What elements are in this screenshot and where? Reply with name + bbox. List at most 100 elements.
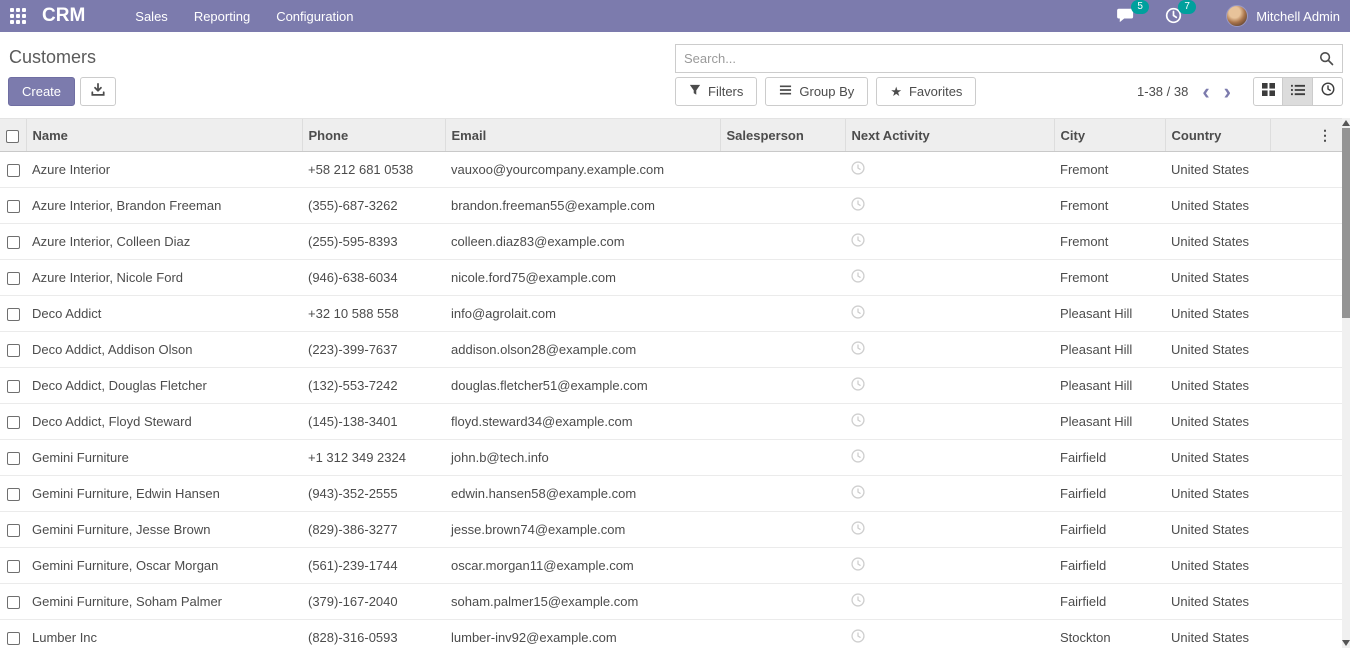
next-activity-clock-icon[interactable]	[851, 449, 865, 466]
messages-button[interactable]: 5	[1117, 7, 1135, 25]
menu-sales[interactable]: Sales	[135, 9, 168, 24]
table-row[interactable]: Deco Addict, Addison Olson (223)-399-763…	[0, 332, 1342, 368]
column-header-email[interactable]: Email	[445, 119, 720, 152]
menu-reporting[interactable]: Reporting	[194, 9, 250, 24]
cell-name: Gemini Furniture, Edwin Hansen	[26, 476, 302, 512]
next-activity-clock-icon[interactable]	[851, 413, 865, 430]
activity-view-button[interactable]	[1313, 77, 1343, 106]
apps-grid-icon[interactable]	[10, 8, 26, 24]
next-activity-clock-icon[interactable]	[851, 521, 865, 538]
row-checkbox[interactable]	[7, 560, 20, 573]
group-by-button[interactable]: Group By	[765, 77, 868, 106]
messages-badge: 5	[1131, 0, 1149, 14]
cell-phone: (943)-352-2555	[302, 476, 445, 512]
search-icon[interactable]	[1319, 51, 1334, 66]
user-menu[interactable]: Mitchell Admin	[1226, 5, 1340, 27]
vertical-scrollbar[interactable]	[1342, 118, 1350, 648]
table-row[interactable]: Deco Addict, Douglas Fletcher (132)-553-…	[0, 368, 1342, 404]
cell-filler	[1270, 152, 1342, 188]
row-checkbox[interactable]	[7, 344, 20, 357]
cell-select	[0, 548, 26, 584]
row-checkbox[interactable]	[7, 272, 20, 285]
column-header-name[interactable]: Name	[26, 119, 302, 152]
cell-filler	[1270, 332, 1342, 368]
filter-actions: Filters Group By ★ Favorites	[675, 77, 976, 106]
list-view-button[interactable]	[1283, 77, 1313, 106]
row-checkbox[interactable]	[7, 416, 20, 429]
cell-email: brandon.freeman55@example.com	[445, 188, 720, 224]
row-checkbox[interactable]	[7, 164, 20, 177]
menu-configuration[interactable]: Configuration	[276, 9, 353, 24]
table-row[interactable]: Azure Interior, Brandon Freeman (355)-68…	[0, 188, 1342, 224]
export-button[interactable]	[80, 77, 116, 106]
row-checkbox[interactable]	[7, 380, 20, 393]
cell-salesperson	[720, 476, 845, 512]
row-checkbox[interactable]	[7, 452, 20, 465]
cell-name: Gemini Furniture, Soham Palmer	[26, 584, 302, 620]
row-checkbox[interactable]	[7, 488, 20, 501]
cell-next-activity	[845, 476, 1054, 512]
search-input[interactable]	[676, 51, 1319, 66]
create-button[interactable]: Create	[8, 77, 75, 106]
activities-button[interactable]: 7	[1165, 7, 1182, 25]
next-activity-clock-icon[interactable]	[851, 377, 865, 394]
table-row[interactable]: Lumber Inc (828)-316-0593 lumber-inv92@e…	[0, 620, 1342, 656]
row-checkbox[interactable]	[7, 596, 20, 609]
row-checkbox[interactable]	[7, 632, 20, 645]
table-row[interactable]: Gemini Furniture, Oscar Morgan (561)-239…	[0, 548, 1342, 584]
next-activity-clock-icon[interactable]	[851, 629, 865, 646]
table-row[interactable]: Gemini Furniture, Soham Palmer (379)-167…	[0, 584, 1342, 620]
filters-button[interactable]: Filters	[675, 77, 757, 106]
table-row[interactable]: Gemini Furniture +1 312 349 2324 john.b@…	[0, 440, 1342, 476]
row-checkbox[interactable]	[7, 524, 20, 537]
scroll-up-icon[interactable]	[1342, 120, 1350, 126]
table-row[interactable]: Azure Interior, Nicole Ford (946)-638-60…	[0, 260, 1342, 296]
scrollbar-thumb[interactable]	[1342, 128, 1350, 318]
row-checkbox[interactable]	[7, 200, 20, 213]
select-all-checkbox[interactable]	[6, 130, 19, 143]
cell-country: United States	[1165, 476, 1270, 512]
next-activity-clock-icon[interactable]	[851, 341, 865, 358]
pager-next-icon[interactable]: ›	[1224, 81, 1231, 103]
cell-filler	[1270, 620, 1342, 656]
column-header-city[interactable]: City	[1054, 119, 1165, 152]
table-row[interactable]: Deco Addict +32 10 588 558 info@agrolait…	[0, 296, 1342, 332]
next-activity-clock-icon[interactable]	[851, 557, 865, 574]
app-name[interactable]: CRM	[42, 5, 85, 27]
pager-value[interactable]: 1-38 / 38	[1137, 84, 1188, 99]
table-row[interactable]: Deco Addict, Floyd Steward (145)-138-340…	[0, 404, 1342, 440]
next-activity-clock-icon[interactable]	[851, 233, 865, 250]
search-box	[675, 44, 1343, 73]
table-row[interactable]: Gemini Furniture, Edwin Hansen (943)-352…	[0, 476, 1342, 512]
next-activity-clock-icon[interactable]	[851, 485, 865, 502]
cell-city: Fremont	[1054, 152, 1165, 188]
cell-email: lumber-inv92@example.com	[445, 620, 720, 656]
next-activity-clock-icon[interactable]	[851, 305, 865, 322]
cell-phone: (255)-595-8393	[302, 224, 445, 260]
list-icon	[1291, 83, 1305, 101]
table-row[interactable]: Gemini Furniture, Jesse Brown (829)-386-…	[0, 512, 1342, 548]
cell-name: Deco Addict, Addison Olson	[26, 332, 302, 368]
next-activity-clock-icon[interactable]	[851, 269, 865, 286]
chat-bubble-icon	[1117, 10, 1135, 27]
kanban-view-button[interactable]	[1253, 77, 1283, 106]
next-activity-clock-icon[interactable]	[851, 593, 865, 610]
column-header-phone[interactable]: Phone	[302, 119, 445, 152]
favorites-button[interactable]: ★ Favorites	[876, 77, 976, 106]
row-checkbox[interactable]	[7, 236, 20, 249]
table-row[interactable]: Azure Interior, Colleen Diaz (255)-595-8…	[0, 224, 1342, 260]
pager-previous-icon[interactable]: ‹	[1202, 81, 1209, 103]
column-header-salesperson[interactable]: Salesperson	[720, 119, 845, 152]
user-name: Mitchell Admin	[1256, 9, 1340, 24]
row-checkbox[interactable]	[7, 308, 20, 321]
cell-select	[0, 188, 26, 224]
optional-columns-icon[interactable]: ⋮	[1314, 127, 1336, 144]
column-header-country[interactable]: Country	[1165, 119, 1270, 152]
table-row[interactable]: Azure Interior +58 212 681 0538 vauxoo@y…	[0, 152, 1342, 188]
cell-phone: (132)-553-7242	[302, 368, 445, 404]
column-header-next-activity[interactable]: Next Activity	[845, 119, 1054, 152]
cell-next-activity	[845, 368, 1054, 404]
next-activity-clock-icon[interactable]	[851, 197, 865, 214]
scroll-down-icon[interactable]	[1342, 640, 1350, 646]
next-activity-clock-icon[interactable]	[851, 161, 865, 178]
